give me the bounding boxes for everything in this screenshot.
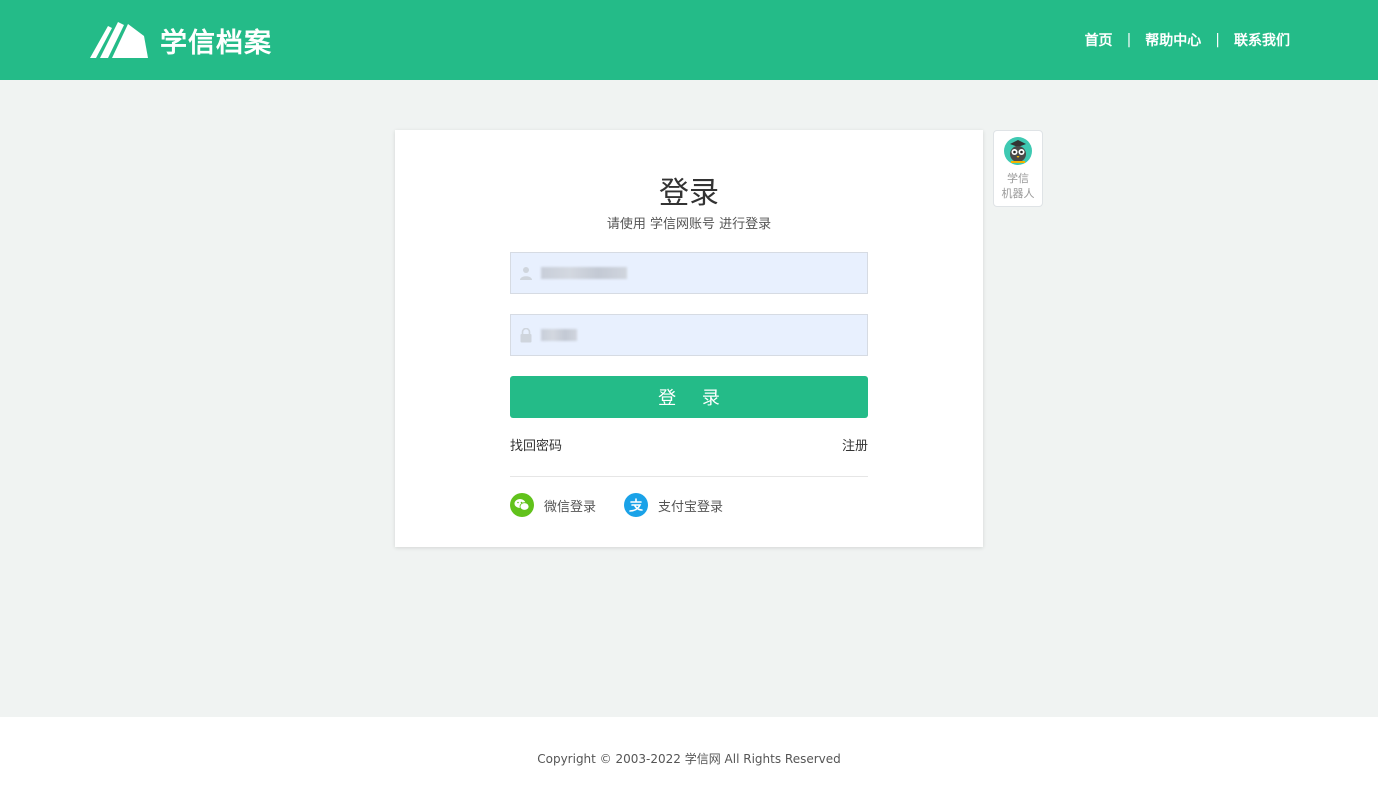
site-logo[interactable]: 学信档案 bbox=[88, 20, 272, 60]
username-field[interactable] bbox=[510, 252, 868, 294]
nav-separator: | bbox=[1215, 32, 1220, 48]
forgot-password-link[interactable]: 找回密码 bbox=[510, 435, 562, 454]
register-link[interactable]: 注册 bbox=[842, 435, 868, 454]
username-value-masked bbox=[541, 267, 627, 279]
divider bbox=[510, 476, 868, 477]
robot-label-line1: 学信 bbox=[1007, 172, 1029, 185]
book-logo-icon bbox=[90, 22, 148, 58]
nav-contact-link[interactable]: 联系我们 bbox=[1234, 30, 1290, 50]
password-value-masked bbox=[541, 329, 577, 341]
login-card: 登录 请使用 学信网账号 进行登录 登 录 找回密码 注册 微信登录 支付宝登录 bbox=[395, 130, 983, 547]
top-header: 学信档案 首页 | 帮助中心 | 联系我们 bbox=[0, 0, 1378, 80]
owl-avatar-icon bbox=[1003, 136, 1033, 166]
alipay-icon bbox=[624, 493, 648, 517]
robot-label-line2: 机器人 bbox=[1001, 187, 1035, 200]
alipay-login-button[interactable]: 支付宝登录 bbox=[624, 493, 723, 517]
robot-assistant-button[interactable]: 学信 机器人 bbox=[993, 130, 1043, 207]
login-subtitle: 请使用 学信网账号 进行登录 bbox=[606, 217, 772, 232]
login-button[interactable]: 登 录 bbox=[510, 376, 868, 418]
user-icon bbox=[511, 266, 541, 280]
lock-icon bbox=[511, 327, 541, 343]
nav-separator: | bbox=[1126, 32, 1132, 48]
wechat-login-label: 微信登录 bbox=[544, 499, 597, 515]
top-nav: 首页 | 帮助中心 | 联系我们 bbox=[1085, 30, 1290, 50]
logo-text: 学信档案 bbox=[160, 27, 272, 59]
wechat-login-button[interactable]: 微信登录 bbox=[510, 493, 596, 517]
login-title: 登录 bbox=[659, 176, 719, 211]
password-field[interactable] bbox=[510, 314, 868, 356]
footer: Copyright © 2003-2022 学信网 All Rights Res… bbox=[0, 717, 1378, 797]
nav-help-link[interactable]: 帮助中心 bbox=[1145, 30, 1201, 50]
copyright-text: Copyright © 2003-2022 学信网 All Rights Res… bbox=[537, 752, 841, 766]
wechat-icon bbox=[510, 493, 534, 517]
alipay-login-label: 支付宝登录 bbox=[658, 499, 724, 515]
nav-home-link[interactable]: 首页 bbox=[1085, 30, 1113, 50]
